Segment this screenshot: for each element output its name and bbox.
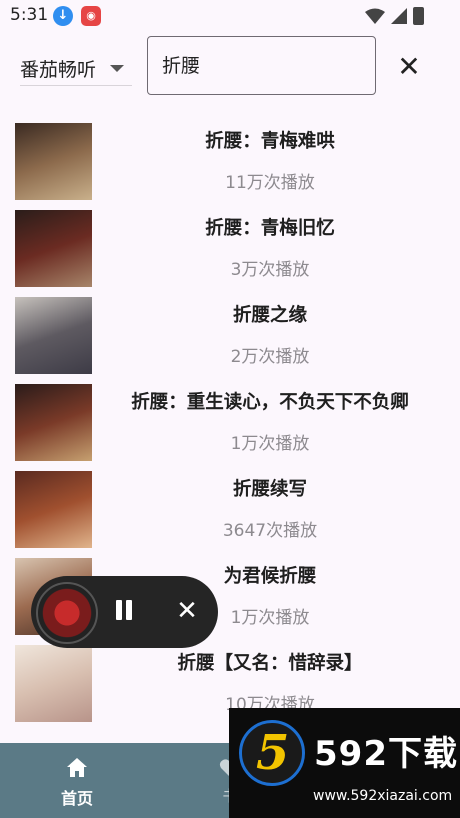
home-icon: [67, 758, 87, 777]
result-row[interactable]: 折腰：青梅难哄 11万次播放: [0, 120, 460, 207]
cover-image: [15, 645, 92, 722]
cover-image: [15, 384, 92, 461]
result-title: 折腰【又名：惜辞录】: [177, 653, 363, 674]
play-count: 3647次播放: [222, 521, 318, 541]
watermark-logo-icon: 5: [239, 720, 305, 786]
search-input[interactable]: [160, 52, 364, 76]
result-title: 折腰：重生读心，不负天下不负卿: [131, 392, 409, 413]
cover-image: [15, 297, 92, 374]
wifi-icon: [365, 8, 385, 24]
watermark-url: www.592xiazai.com: [313, 788, 453, 804]
source-dropdown-label: 番茄畅听: [20, 59, 97, 81]
watermark: 5 592下载 www.592xiazai.com: [229, 708, 460, 818]
play-count: 11万次播放: [225, 173, 315, 193]
result-title: 折腰：青梅难哄: [205, 131, 335, 152]
album-disc-icon[interactable]: [36, 582, 98, 644]
cover-image: [15, 471, 92, 548]
app-notification-icon: ◉: [81, 6, 101, 26]
chevron-down-icon: [110, 65, 124, 72]
battery-icon: [413, 7, 424, 25]
download-icon: ↓: [53, 6, 73, 26]
result-row[interactable]: 折腰之缘 2万次播放: [0, 294, 460, 381]
status-time: 5:31: [10, 5, 49, 25]
pause-button[interactable]: [115, 600, 133, 622]
search-field[interactable]: [147, 36, 376, 95]
status-bar: 5:31 ↓ ◉: [0, 0, 460, 32]
play-count: 1万次播放: [230, 434, 310, 454]
result-title: 折腰续写: [232, 479, 307, 500]
watermark-name: 592下载: [314, 734, 458, 774]
result-row[interactable]: 折腰：重生读心，不负天下不负卿 1万次播放: [0, 381, 460, 468]
cover-image: [15, 210, 92, 287]
close-player-button[interactable]: ✕: [173, 596, 201, 626]
signal-icon: [391, 8, 407, 24]
mini-player[interactable]: ✕: [31, 576, 218, 648]
cover-image: [15, 123, 92, 200]
play-count: 2万次播放: [230, 347, 310, 367]
result-title: 折腰之缘: [232, 305, 307, 326]
nav-home[interactable]: 首页: [56, 757, 98, 809]
result-row[interactable]: 折腰：青梅旧忆 3万次播放: [0, 207, 460, 294]
play-count: 3万次播放: [230, 260, 310, 280]
clear-search-button[interactable]: ✕: [394, 52, 424, 82]
source-dropdown[interactable]: 番茄畅听: [20, 53, 132, 86]
result-row[interactable]: 折腰续写 3647次播放: [0, 468, 460, 555]
nav-home-label: 首页: [60, 789, 93, 808]
system-icons: [365, 7, 424, 25]
result-title: 折腰：青梅旧忆: [205, 218, 335, 239]
